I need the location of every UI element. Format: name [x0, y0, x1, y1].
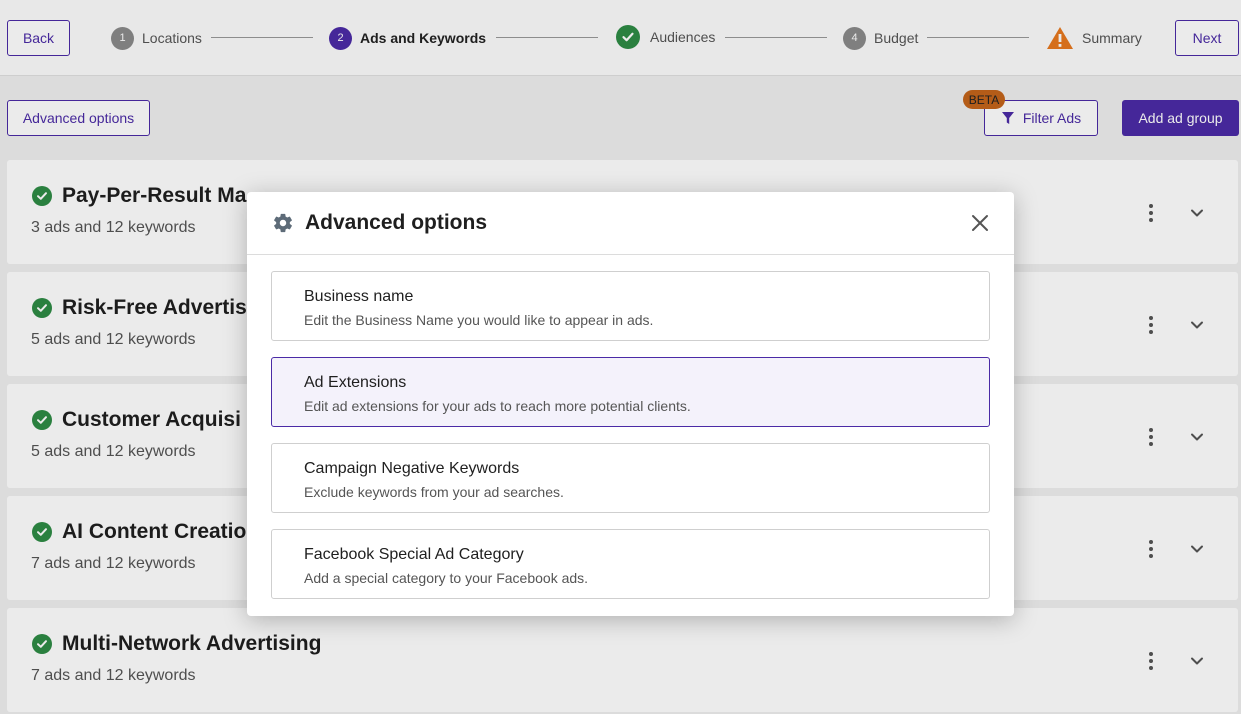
option-description: Edit ad extensions for your ads to reach…: [304, 398, 691, 414]
option-facebook-special-ad-category[interactable]: Facebook Special Ad Category Add a speci…: [271, 529, 990, 599]
modal-header: Advanced options: [247, 192, 1014, 255]
close-icon[interactable]: [971, 214, 989, 232]
option-title: Business name: [304, 288, 414, 305]
option-title: Facebook Special Ad Category: [304, 546, 524, 563]
option-description: Edit the Business Name you would like to…: [304, 312, 654, 328]
option-business-name[interactable]: Business name Edit the Business Name you…: [271, 271, 990, 341]
option-ad-extensions[interactable]: Ad Extensions Edit ad extensions for you…: [271, 357, 990, 427]
modal-title: Advanced options: [305, 211, 488, 234]
gear-icon: [274, 213, 292, 233]
option-description: Exclude keywords from your ad searches.: [304, 484, 564, 500]
option-title: Ad Extensions: [304, 374, 407, 391]
option-campaign-negative-keywords[interactable]: Campaign Negative Keywords Exclude keywo…: [271, 443, 990, 513]
option-title: Campaign Negative Keywords: [304, 460, 520, 477]
advanced-options-modal: Advanced options Business name Edit the …: [247, 192, 1014, 616]
option-description: Add a special category to your Facebook …: [304, 570, 589, 586]
